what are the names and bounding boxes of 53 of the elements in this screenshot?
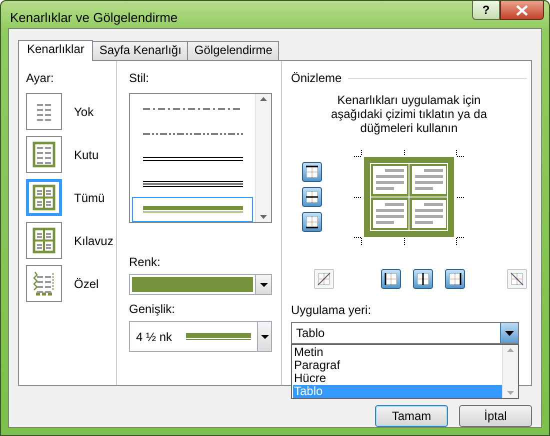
scroll-down-icon[interactable]: [260, 215, 267, 219]
cancel-button[interactable]: İptal: [459, 405, 532, 427]
field-label: Uygulama yeri:: [291, 302, 372, 319]
diagonal-border-button[interactable]: [507, 269, 527, 289]
border-button[interactable]: [413, 269, 433, 289]
border-setting-button[interactable]: [26, 93, 62, 130]
border-setting-button[interactable]: [26, 222, 62, 259]
tab[interactable]: Kenarlıklar: [18, 40, 94, 61]
section-label: Stil:: [129, 70, 150, 87]
field-label: Genişlik:: [129, 301, 176, 318]
setting-label: Tümü: [74, 190, 105, 206]
scroll-up-icon[interactable]: [260, 97, 267, 101]
border-button[interactable]: [302, 162, 322, 182]
width-dropdown[interactable]: 4 ½ nk: [129, 321, 272, 352]
diagonal-border-button[interactable]: [314, 269, 334, 289]
border-setting-button[interactable]: [26, 136, 62, 173]
color-dropdown[interactable]: [129, 274, 272, 295]
border-setting-button[interactable]: [26, 265, 62, 302]
tab[interactable]: Sayfa Kenarlığı: [92, 41, 188, 60]
dropdown-option[interactable]: Metin: [293, 346, 502, 359]
setting-label: Kutu: [74, 146, 99, 164]
border-preset-icon[interactable]: [31, 184, 57, 211]
table-preview-drawing[interactable]: [354, 147, 464, 247]
field-label: Renk:: [129, 254, 162, 271]
setting-label: Özel: [74, 276, 99, 292]
border-button[interactable]: [302, 187, 322, 207]
setting-label: Kılavuz: [74, 232, 114, 250]
instruction-text: Kenarlıkları uygulamak için aşağıdaki çizimi tıklatın ya da düğmeleri kullanın: [330, 93, 488, 135]
dropdown-option[interactable]: Hücre: [293, 372, 502, 385]
line-style-list[interactable]: [129, 93, 272, 223]
section-label: Ayar:: [26, 70, 55, 87]
dropdown-arrow-icon: [260, 334, 269, 338]
dropdown-arrow-icon: [505, 330, 514, 336]
border-setting-button[interactable]: [26, 179, 62, 216]
help-button[interactable]: ?: [472, 1, 500, 20]
close-icon[interactable]: [515, 4, 529, 16]
ok-button[interactable]: Tamam: [375, 405, 448, 427]
dropdown-option[interactable]: Paragraf: [293, 359, 502, 372]
setting-label: Yok: [74, 104, 94, 120]
border-button[interactable]: [302, 212, 322, 232]
dropdown-value: Tablo: [295, 325, 326, 342]
border-button[interactable]: [445, 269, 465, 289]
line-sample: [186, 333, 252, 340]
dropdown-arrow-icon: [260, 282, 268, 286]
window-title: Kenarlıklar ve Gölgelendirme: [10, 9, 179, 27]
close-button[interactable]: [500, 1, 544, 20]
width-value: 4 ½ nk: [136, 328, 172, 346]
tab[interactable]: Gölgelendirme: [187, 41, 280, 60]
section-title: Önizleme: [291, 70, 342, 87]
border-preset-icon[interactable]: [31, 227, 57, 254]
border-button[interactable]: [381, 269, 401, 289]
apply-to-dropdown[interactable]: Tablo: [291, 322, 519, 344]
border-preset-icon[interactable]: [31, 141, 57, 168]
